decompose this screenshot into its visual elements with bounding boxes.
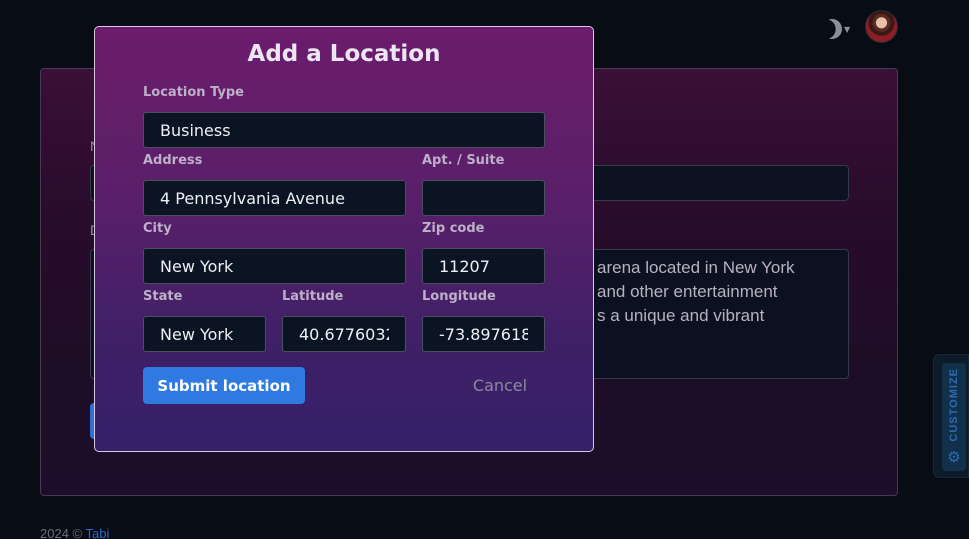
location-type-input[interactable] <box>143 112 545 148</box>
apt-suite-input[interactable] <box>422 180 545 216</box>
zip-code-input[interactable] <box>422 248 545 284</box>
city-label: City <box>143 221 172 236</box>
footer-link[interactable]: Tabi <box>86 526 110 539</box>
customize-label: CUSTOMIZE <box>948 368 960 442</box>
state-input[interactable] <box>143 316 266 352</box>
gear-icon: ⚙ <box>947 448 961 466</box>
address-input[interactable] <box>143 180 406 216</box>
description-line: s a unique and vibrant <box>597 306 765 325</box>
moon-icon <box>819 16 845 42</box>
address-label: Address <box>143 153 203 168</box>
description-line: arena located in New York <box>597 258 795 277</box>
longitude-label: Longitude <box>422 289 496 304</box>
apt-suite-label: Apt. / Suite <box>422 153 505 168</box>
add-location-modal: Add a Location Location Type Address Apt… <box>94 26 594 452</box>
footer-copyright: 2024 © <box>40 526 86 539</box>
avatar[interactable] <box>865 10 898 43</box>
latitude-input[interactable] <box>282 316 406 352</box>
submit-location-button[interactable]: Submit location <box>143 367 305 404</box>
latitude-label: Latitude <box>282 289 344 304</box>
cancel-button[interactable]: Cancel <box>455 367 545 404</box>
theme-toggle[interactable]: ▼ <box>822 16 856 42</box>
description-line: and other entertainment <box>597 282 778 301</box>
state-label: State <box>143 289 183 304</box>
zip-code-label: Zip code <box>422 221 485 236</box>
footer: 2024 © Tabi <box>40 526 109 539</box>
customize-tab[interactable]: CUSTOMIZE ⚙ <box>933 354 969 478</box>
chevron-down-icon: ▼ <box>844 24 851 34</box>
customize-button[interactable]: CUSTOMIZE ⚙ <box>942 363 966 471</box>
location-type-label: Location Type <box>143 85 244 100</box>
modal-title: Add a Location <box>247 41 441 67</box>
longitude-input[interactable] <box>422 316 545 352</box>
city-input[interactable] <box>143 248 406 284</box>
